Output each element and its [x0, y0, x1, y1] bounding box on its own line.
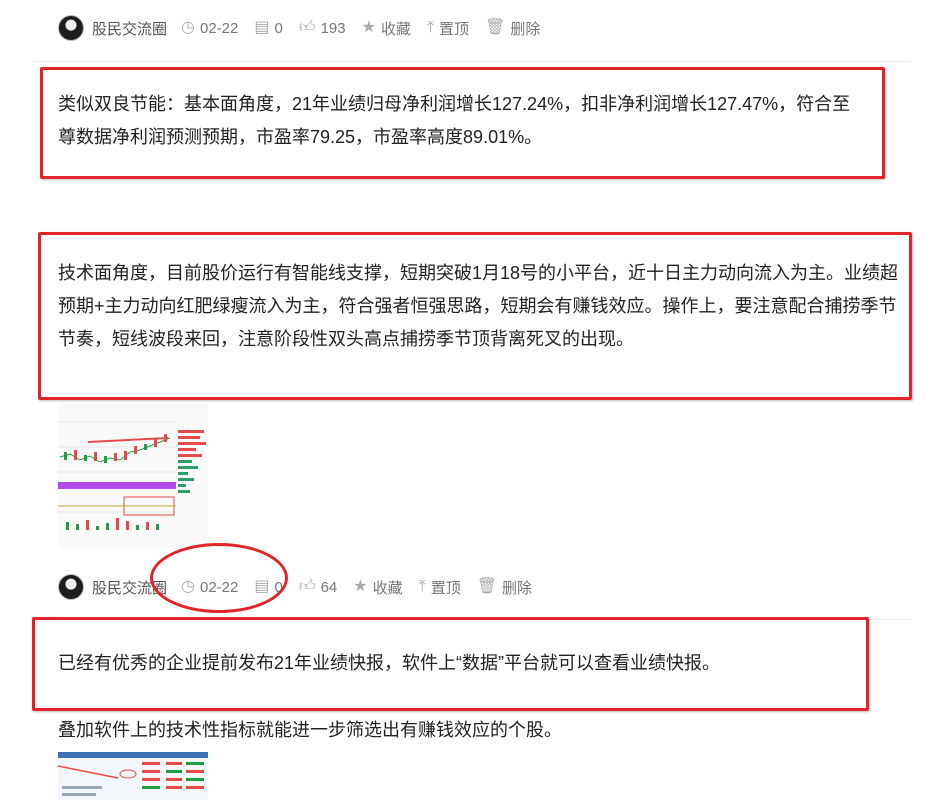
pin-top-icon: ⤒: [418, 578, 426, 595]
delete-button[interactable]: 🗑︎ 删除: [477, 577, 532, 598]
delete-button[interactable]: 🗑︎ 删除: [485, 18, 540, 39]
author-name[interactable]: 股民交流圈: [92, 18, 167, 39]
trash-icon: 🗑︎: [476, 578, 498, 595]
like-button[interactable]: 👍︎ 64: [299, 579, 337, 596]
stock-chart-thumbnail[interactable]: [58, 402, 208, 548]
pin-button[interactable]: ⤒ 置顶: [427, 18, 469, 39]
comment-icon: ▤: [254, 19, 270, 36]
avatar[interactable]: [58, 574, 84, 600]
highlight-ellipse: [150, 543, 288, 613]
trash-icon: 🗑︎: [485, 19, 506, 36]
delete-label: 删除: [510, 20, 541, 38]
post-meta-row: 股民交流圈 ◷ 02-22 ▤ 0 👍︎ 193 ★ 收藏 ⤒ 置顶 🗑︎ 删除: [58, 12, 556, 44]
comment-button[interactable]: ▤ 0: [254, 20, 282, 37]
comment-count: 0: [274, 19, 283, 37]
avatar[interactable]: [58, 15, 84, 41]
data-table-thumbnail[interactable]: [58, 752, 208, 800]
favorite-label: 收藏: [372, 579, 403, 597]
thumbs-up-icon: 👍︎: [298, 19, 316, 36]
post-meta-row: 股民交流圈 ◷ 02-22 ▤ 0 👍︎ 64 ★ 收藏 ⤒ 置顶 🗑︎ 删除: [58, 571, 548, 603]
delete-label: 删除: [502, 579, 533, 597]
post-date: ◷ 02-22: [181, 20, 238, 37]
pin-button[interactable]: ⤒ 置顶: [419, 577, 461, 598]
like-count: 193: [320, 19, 346, 37]
thumbs-up-icon: 👍︎: [298, 578, 316, 595]
pin-label: 置顶: [430, 579, 461, 597]
star-icon: ★: [353, 578, 368, 595]
post-paragraph: 叠加软件上的技术性指标就能进一步筛选出有赚钱效应的个股。: [58, 720, 562, 740]
like-button[interactable]: 👍︎ 193: [299, 20, 346, 37]
highlight-box: [32, 617, 869, 711]
star-icon: ★: [361, 19, 376, 36]
clock-icon: ◷: [181, 19, 195, 36]
like-count: 64: [320, 578, 338, 596]
date-text: 02-22: [199, 19, 239, 37]
favorite-button[interactable]: ★ 收藏: [362, 18, 411, 39]
favorite-button[interactable]: ★ 收藏: [353, 577, 402, 598]
stock-chart-graphic: [58, 402, 208, 548]
highlight-box: [40, 67, 885, 179]
pin-top-icon: ⤒: [426, 19, 435, 36]
pin-label: 置顶: [439, 20, 470, 38]
highlight-box: [38, 232, 912, 400]
divider: [34, 61, 911, 62]
data-table-graphic: [58, 752, 208, 800]
favorite-label: 收藏: [380, 20, 411, 38]
